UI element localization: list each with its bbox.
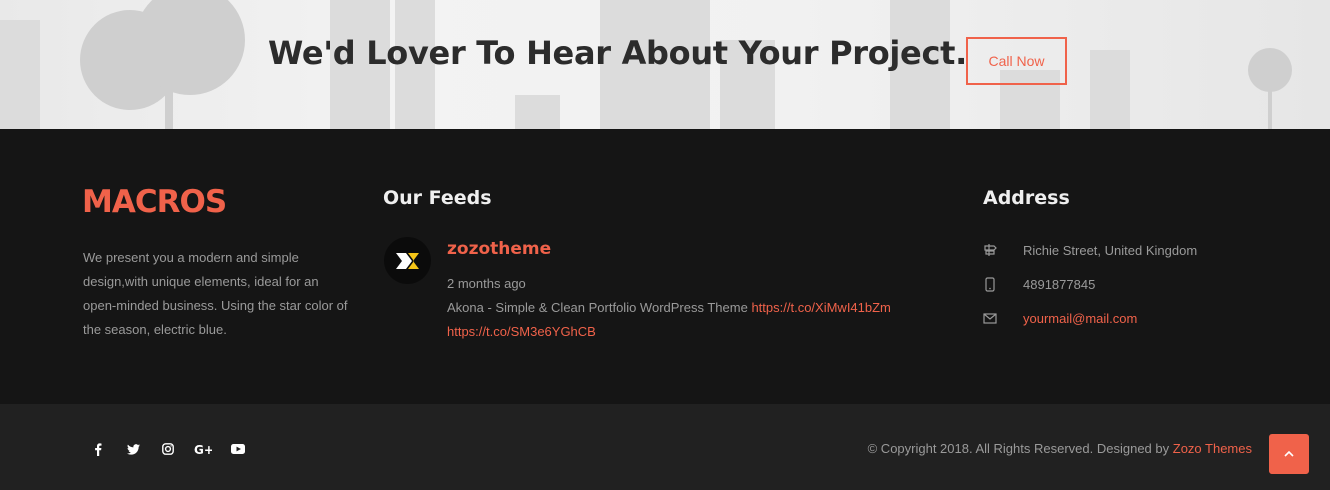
copyright-text: © Copyright 2018. All Rights Reserved. D… xyxy=(867,441,1170,456)
address-street: Richie Street, United Kingdom xyxy=(1023,242,1198,258)
twitter-icon[interactable] xyxy=(124,440,142,458)
feed-text-body: Akona - Simple & Clean Portfolio WordPre… xyxy=(447,300,748,315)
instagram-icon[interactable] xyxy=(159,440,177,458)
address-phone: 4891877845 xyxy=(1023,276,1096,292)
feed-username[interactable]: zozotheme xyxy=(447,239,551,259)
signpost-icon xyxy=(983,242,997,258)
about-text: We present you a modern and simple desig… xyxy=(83,250,348,337)
feed-link-2[interactable]: https://t.co/SM3e6YGhCB xyxy=(447,324,596,339)
youtube-icon[interactable] xyxy=(229,440,247,458)
footer-bottom: G+ © Copyright 2018. All Rights Reserved… xyxy=(0,404,1330,490)
feeds-heading: Our Feeds xyxy=(383,187,492,209)
back-to-top-button[interactable] xyxy=(1269,434,1309,474)
feed-time: 2 months ago xyxy=(447,276,526,291)
copyright-brand-link[interactable]: Zozo Themes xyxy=(1173,441,1252,456)
zozo-logo-icon xyxy=(396,253,419,269)
address-email-row: yourmail@mail.com xyxy=(983,308,1137,328)
social-links: G+ xyxy=(89,440,264,458)
feed-link-1[interactable]: https://t.co/XiMwI41bZm xyxy=(751,300,890,315)
logo[interactable]: MACROS xyxy=(82,184,227,220)
address-phone-row: 4891877845 xyxy=(983,274,1095,294)
svg-text:G+: G+ xyxy=(194,443,212,455)
address-heading: Address xyxy=(983,187,1070,209)
cta-title: We'd Lover To Hear About Your Project. xyxy=(268,34,967,72)
footer-main: MACROS We present you a modern and simpl… xyxy=(0,129,1330,404)
call-now-button[interactable]: Call Now xyxy=(966,37,1067,85)
address-email[interactable]: yourmail@mail.com xyxy=(1023,311,1137,326)
feed-text: Akona - Simple & Clean Portfolio WordPre… xyxy=(447,296,927,344)
address-street-row: Richie Street, United Kingdom xyxy=(983,240,1197,260)
mobile-phone-icon xyxy=(983,276,997,292)
envelope-icon xyxy=(983,310,997,326)
chevron-up-icon xyxy=(1284,451,1294,457)
cta-banner: We'd Lover To Hear About Your Project. C… xyxy=(0,0,1330,129)
facebook-icon[interactable] xyxy=(89,440,107,458)
feed-avatar[interactable] xyxy=(384,237,431,284)
google-plus-icon[interactable]: G+ xyxy=(194,440,212,458)
copyright: © Copyright 2018. All Rights Reserved. D… xyxy=(868,441,1252,456)
